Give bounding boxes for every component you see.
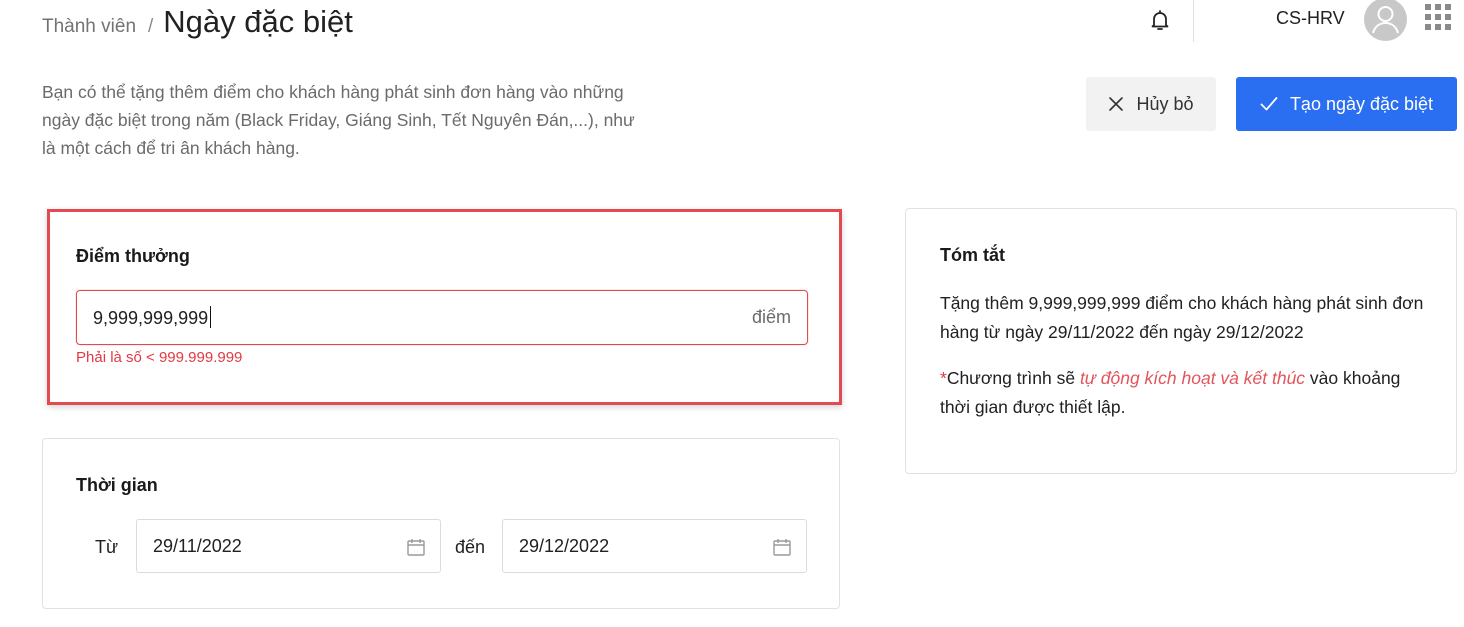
create-special-day-button[interactable]: Tạo ngày đặc biệt	[1236, 77, 1457, 131]
summary-note: *Chương trình sẽ tự động kích hoạt và kế…	[940, 364, 1430, 422]
check-icon	[1260, 97, 1278, 111]
header-divider	[1193, 0, 1194, 42]
cancel-button-label: Hủy bỏ	[1136, 93, 1194, 114]
note-asterisk: *	[940, 368, 947, 388]
points-input-value: 9,999,999,999	[93, 306, 212, 329]
from-label: Từ	[95, 537, 119, 557]
page-title: Ngày đặc biệt	[163, 4, 353, 39]
cancel-button[interactable]: Hủy bỏ	[1086, 77, 1216, 131]
close-icon	[1109, 97, 1124, 111]
note-prefix: Chương trình sẽ	[946, 368, 1080, 388]
page: Thành viên / Ngày đặc biệt CS-HRV Bạn có…	[0, 0, 1464, 627]
user-avatar-icon[interactable]	[1364, 0, 1407, 41]
calendar-icon	[407, 539, 425, 556]
note-highlight: tự động kích hoạt và kết thúc	[1079, 368, 1306, 388]
calendar-icon	[773, 539, 791, 556]
bell-icon[interactable]	[1148, 8, 1172, 32]
to-date-input[interactable]: 29/12/2022	[502, 519, 807, 573]
to-date-value: 29/12/2022	[519, 536, 610, 556]
points-unit: điểm	[751, 307, 791, 327]
summary-card: Tóm tắt Tặng thêm 9,999,999,999 điểm cho…	[905, 208, 1457, 474]
to-label: đến	[455, 537, 486, 557]
user-name[interactable]: CS-HRV	[1276, 8, 1345, 29]
from-date-input[interactable]: 29/11/2022	[136, 519, 441, 573]
points-title: Điểm thưởng	[76, 246, 190, 266]
from-date-value: 29/11/2022	[153, 536, 242, 556]
apps-grid-icon[interactable]	[1425, 4, 1451, 30]
points-card: Điểm thưởng 9,999,999,999 điểm Phải là s…	[47, 209, 842, 405]
summary-text: Tặng thêm 9,999,999,999 điểm cho khách h…	[940, 293, 1424, 342]
summary-title: Tóm tắt	[940, 245, 1005, 265]
create-button-label: Tạo ngày đặc biệt	[1289, 93, 1434, 114]
time-card: Thời gian Từ 29/11/2022 đến 29/12/2022	[42, 438, 840, 609]
points-input[interactable]: 9,999,999,999 điểm	[76, 290, 808, 345]
breadcrumb-separator: /	[148, 16, 154, 37]
points-error-message: Phải là số < 999.999.999	[76, 349, 243, 366]
time-title: Thời gian	[76, 475, 158, 495]
page-description: Bạn có thể tặng thêm điểm cho khách hàng…	[42, 82, 635, 158]
breadcrumb-parent-link[interactable]: Thành viên	[42, 16, 136, 38]
breadcrumb: Thành viên / Ngày đặc biệt	[42, 4, 353, 40]
